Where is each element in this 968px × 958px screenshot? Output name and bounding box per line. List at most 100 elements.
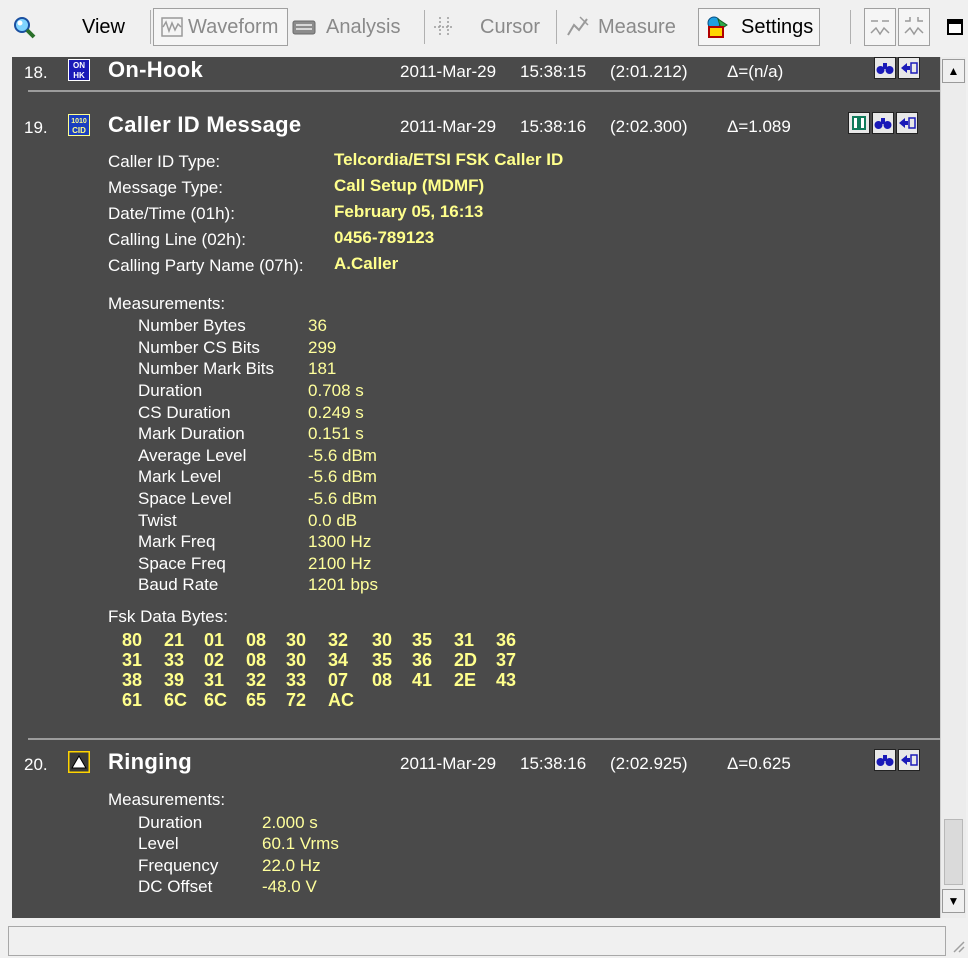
- entry-actions: [874, 57, 920, 79]
- event-entry-ringing[interactable]: 20. Ringing 2011-Mar-29 15:38:16 (2:02.9…: [12, 749, 940, 779]
- fsk-byte: 37: [496, 650, 517, 670]
- goto-button[interactable]: [898, 57, 920, 79]
- entry-elapsed: (2:02.300): [610, 117, 688, 136]
- measurement-label: DC Offset: [138, 877, 213, 896]
- scroll-down-button[interactable]: ▼: [942, 889, 965, 913]
- event-entry-caller-id[interactable]: 19. 1010 CID Caller ID Message 2011-Mar-…: [12, 112, 940, 142]
- zoom-out-button[interactable]: [864, 8, 896, 46]
- field-value: 0456-789123: [334, 228, 435, 247]
- scroll-up-button[interactable]: ▲: [942, 59, 965, 83]
- measurement-label: Duration: [138, 381, 203, 400]
- measurement-value: -5.6 dBm: [308, 467, 377, 486]
- zoom-in-button[interactable]: [898, 8, 930, 46]
- entry-date: 2011-Mar-29: [400, 62, 497, 81]
- data-view-button[interactable]: [848, 112, 870, 134]
- goto-button[interactable]: [898, 749, 920, 771]
- measure-icon: [567, 16, 589, 36]
- entry-actions: [848, 112, 918, 134]
- fsk-byte: 08: [246, 630, 267, 650]
- fsk-byte: 65: [246, 690, 267, 710]
- entry-actions: [874, 749, 920, 771]
- window-icon: [947, 19, 963, 35]
- resize-grip-icon[interactable]: [948, 936, 966, 954]
- find-button[interactable]: [872, 112, 894, 134]
- fsk-byte: 2D: [454, 650, 478, 670]
- search-button[interactable]: [12, 8, 44, 46]
- entry-time: 15:38:16: [520, 117, 587, 136]
- fsk-byte: 34: [328, 650, 349, 670]
- settings-button[interactable]: Settings: [698, 8, 820, 46]
- measurement-label: Duration: [138, 813, 203, 832]
- cursor-button[interactable]: Cursor: [432, 8, 540, 46]
- svg-text:ON: ON: [73, 61, 85, 70]
- zoom-out-icon: [870, 20, 890, 36]
- binoculars-icon: [876, 63, 894, 74]
- fsk-byte: 6C: [164, 690, 188, 710]
- fsk-byte: 31: [122, 650, 143, 670]
- vertical-scrollbar[interactable]: ▲ ▼: [940, 57, 966, 918]
- svg-text:CID: CID: [72, 126, 86, 135]
- scroll-thumb[interactable]: [944, 819, 963, 885]
- measurement-label: Frequency: [138, 856, 219, 875]
- analysis-button[interactable]: Analysis: [292, 8, 400, 46]
- view-label: View: [82, 15, 125, 38]
- toolbar-separator: [556, 10, 557, 44]
- measure-button[interactable]: Measure: [566, 8, 676, 46]
- measurement-value: 1300 Hz: [308, 532, 372, 551]
- fsk-byte: 43: [496, 670, 517, 690]
- goto-icon: [899, 117, 916, 129]
- binoculars-icon: [874, 118, 892, 129]
- goto-icon: [901, 62, 918, 74]
- view-menu-button[interactable]: View: [56, 8, 125, 46]
- crosshair-icon: [434, 17, 454, 37]
- entry-delta: Δ=0.625: [727, 754, 791, 773]
- fsk-byte: 61: [122, 690, 143, 710]
- field-label: Calling Line (02h):: [108, 230, 246, 249]
- measurements-heading: Measurements:: [108, 790, 226, 809]
- fsk-byte: 07: [328, 670, 349, 690]
- field-label: Message Type:: [108, 178, 223, 197]
- entry-number: 18.: [24, 63, 48, 82]
- fsk-byte: 72: [286, 690, 307, 710]
- measurement-value: 2100 Hz: [308, 554, 372, 573]
- fsk-byte: 31: [454, 630, 475, 650]
- field-value: Telcordia/ETSI FSK Caller ID: [334, 150, 564, 169]
- field-label: Caller ID Type:: [108, 152, 221, 171]
- measurement-label: Average Level: [138, 446, 247, 465]
- find-button[interactable]: [874, 749, 896, 771]
- fsk-byte: 32: [328, 630, 349, 650]
- measurement-value: 299: [308, 338, 337, 357]
- data-grid-icon: [852, 116, 866, 130]
- goto-icon: [901, 754, 918, 766]
- entry-date: 2011-Mar-29: [400, 754, 497, 773]
- waveform-icon: [161, 17, 183, 37]
- measurement-value: 1201 bps: [308, 575, 378, 594]
- ringing-icon: [68, 751, 90, 773]
- measurement-label: Mark Duration: [138, 424, 245, 443]
- maximize-button[interactable]: [944, 8, 966, 46]
- measurement-label: Baud Rate: [138, 575, 219, 594]
- entry-title: On-Hook: [108, 57, 203, 82]
- fsk-byte: 6C: [204, 690, 228, 710]
- caller-id-icon: 1010 CID: [68, 114, 90, 136]
- measurement-value: 2.000 s: [262, 813, 318, 832]
- arrow-down-icon: ▼: [947, 894, 960, 908]
- magnifier-icon: [14, 17, 36, 39]
- waveform-button[interactable]: Waveform: [153, 8, 288, 46]
- fsk-byte: 21: [164, 630, 185, 650]
- fsk-byte: 08: [372, 670, 393, 690]
- fsk-byte: 30: [286, 630, 307, 650]
- fsk-byte: 08: [246, 650, 267, 670]
- event-entry-on-hook[interactable]: 18. ON HK On-Hook 2011-Mar-29 15:38:15 (…: [12, 57, 940, 87]
- goto-button[interactable]: [896, 112, 918, 134]
- fsk-byte: 02: [204, 650, 225, 670]
- zoom-in-icon: [904, 17, 924, 36]
- measurement-label: Twist: [138, 511, 177, 530]
- field-value: Call Setup (MDMF): [334, 176, 485, 195]
- find-button[interactable]: [874, 57, 896, 79]
- toolbar-separator: [850, 10, 851, 44]
- entry-time: 15:38:15: [520, 62, 587, 81]
- keyboard-icon: [292, 20, 316, 35]
- cursor-label: Cursor: [480, 15, 541, 38]
- entry-title: Caller ID Message: [108, 112, 302, 137]
